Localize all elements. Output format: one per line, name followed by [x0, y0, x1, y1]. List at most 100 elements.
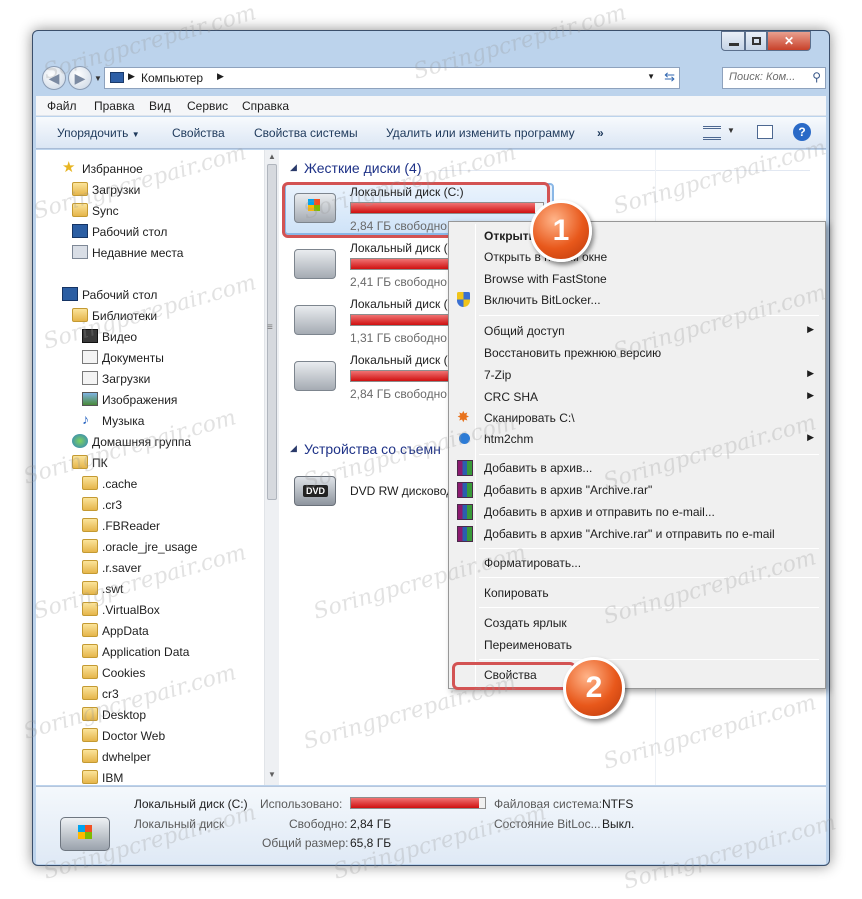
menu-copy[interactable]: Копировать — [452, 583, 822, 604]
view-dropdown-icon[interactable]: ▼ — [727, 126, 735, 135]
close-button[interactable]: ✕ — [767, 31, 811, 51]
menu-rename[interactable]: Переименовать — [452, 635, 822, 656]
menu-help[interactable]: Справка — [242, 99, 289, 113]
folder-icon — [82, 749, 98, 763]
nav-scrollbar[interactable]: ▲ ≡ ▼ — [264, 150, 279, 785]
drive-name: Локальный диск ( — [350, 353, 448, 367]
highlight-ring-properties — [452, 662, 576, 690]
menu-add-rar-label: Добавить в архив "Archive.rar" — [484, 483, 653, 497]
menu-create-shortcut[interactable]: Создать ярлык — [452, 613, 822, 634]
music-icon: ♪ — [82, 411, 89, 427]
hdd-section-divider — [438, 170, 810, 171]
menu-scan[interactable]: ✸ Сканировать C:\ — [452, 408, 822, 429]
folder-icon — [82, 770, 98, 784]
menu-share[interactable]: Общий доступ ▶ — [452, 321, 822, 342]
removable-group-chevron-icon[interactable]: ◢ — [290, 443, 297, 454]
details-usage-bar — [350, 797, 486, 809]
details-total-label: Общий размер: — [262, 836, 349, 850]
documents-icon — [82, 350, 98, 364]
folder-icon — [82, 623, 98, 637]
menu-separator — [479, 548, 819, 549]
menu-htm2chm[interactable]: htm2chm ▶ — [452, 429, 822, 450]
details-drive-type: Локальный диск — [134, 817, 225, 831]
menu-browse-faststone[interactable]: Browse with FastStone — [452, 269, 822, 290]
menu-format[interactable]: Форматировать... — [452, 553, 822, 574]
nav-folder-label: .swt — [102, 582, 124, 596]
properties-button[interactable]: Свойства — [172, 126, 225, 140]
nav-folder-label: Cookies — [102, 666, 146, 680]
nav-folder-label: Desktop — [102, 708, 147, 722]
user-folder-icon — [72, 455, 88, 469]
help-icon[interactable]: ? — [793, 123, 811, 141]
hdd-group-chevron-icon[interactable]: ◢ — [290, 162, 297, 173]
menu-add-to-archive[interactable]: Добавить в архив... — [452, 458, 822, 479]
menu-edit[interactable]: Правка — [94, 99, 135, 113]
step-callout-1: 1 — [530, 200, 592, 262]
folder-icon — [82, 644, 98, 658]
menu-add-to-archive-rar[interactable]: Добавить в архив "Archive.rar" — [452, 480, 822, 501]
menu-file[interactable]: Файл — [47, 99, 77, 113]
address-bar[interactable]: ▶ Компьютер ▶ ▼ ⇆ — [104, 67, 680, 89]
menu-view[interactable]: Вид — [149, 99, 171, 113]
folder-icon — [72, 203, 88, 217]
breadcrumb-computer[interactable]: Компьютер — [141, 71, 203, 85]
preview-pane-icon[interactable] — [757, 125, 773, 139]
folder-icon — [82, 539, 98, 553]
scroll-up-icon[interactable]: ▲ — [268, 152, 276, 161]
nav-folder-label: cr3 — [102, 687, 119, 701]
context-menu: Открыть Открыть в новом окне Browse with… — [448, 221, 826, 689]
details-usage-fill — [351, 798, 480, 808]
address-dropdown-icon[interactable]: ▼ — [647, 72, 655, 81]
drive-name: Локальный диск ( — [350, 297, 448, 311]
menu-bitlocker[interactable]: Включить BitLocker... — [452, 290, 822, 311]
removable-section-title[interactable]: Устройства со съемн — [304, 441, 441, 457]
minimize-button[interactable] — [721, 31, 745, 51]
maximize-button[interactable] — [745, 31, 767, 51]
search-input[interactable]: Поиск: Ком... ⚲ — [722, 67, 826, 89]
details-total-value: 65,8 ГБ — [350, 836, 392, 850]
nav-folder-label: Doctor Web — [102, 729, 166, 743]
uninstall-button[interactable]: Удалить или изменить программу — [386, 126, 575, 140]
folder-icon — [82, 581, 98, 595]
organize-button[interactable]: Упорядочить ▼ — [57, 126, 140, 140]
downloads-library-icon — [82, 371, 98, 385]
details-drive-name: Локальный диск (C:) — [134, 797, 248, 811]
nav-homegroup-label: Домашняя группа — [92, 435, 192, 449]
drive-free-space: 1,31 ГБ свободно — [350, 331, 447, 345]
nav-folder-label: .r.saver — [102, 561, 142, 575]
view-options-icon[interactable] — [703, 126, 721, 140]
menu-open-new-window[interactable]: Открыть в новом окне — [452, 247, 822, 268]
organize-label: Упорядочить — [57, 126, 129, 140]
nav-libraries-label: Библиотеки — [92, 309, 158, 323]
menu-7zip[interactable]: 7-Zip ▶ — [452, 365, 822, 386]
search-icon[interactable]: ⚲ — [812, 70, 821, 84]
folder-icon — [82, 665, 98, 679]
forward-button[interactable]: ▶ — [68, 66, 92, 90]
system-properties-button[interactable]: Свойства системы — [254, 126, 358, 140]
back-button[interactable]: ◀ — [42, 66, 66, 90]
nav-downloads-library-label: Загрузки — [102, 372, 151, 386]
breadcrumb-chevron-icon[interactable]: ▶ — [217, 71, 224, 82]
menu-separator — [479, 607, 819, 608]
search-placeholder: Поиск: Ком... — [729, 71, 796, 83]
menu-open[interactable]: Открыть — [452, 226, 822, 247]
recent-pages-dropdown[interactable]: ▼ — [94, 74, 102, 83]
hdd-section-title[interactable]: Жесткие диски (4) — [304, 160, 422, 176]
menu-share-label: Общий доступ — [484, 324, 565, 338]
nav-folder-label: .oracle_jre_usage — [102, 540, 198, 554]
menu-add-and-email[interactable]: Добавить в архив и отправить по e-mail..… — [452, 502, 822, 523]
menu-tools[interactable]: Сервис — [187, 99, 228, 113]
step-callout-2: 2 — [563, 657, 625, 719]
scroll-down-icon[interactable]: ▼ — [268, 770, 276, 779]
more-commands-button[interactable]: » — [597, 126, 604, 140]
refresh-icon[interactable]: ⇆ — [664, 69, 675, 85]
nav-folder-label: .cr3 — [102, 498, 123, 512]
homegroup-icon — [72, 434, 88, 448]
menu-restore-version[interactable]: Восстановить прежнюю версию — [452, 343, 822, 364]
menu-crc-sha[interactable]: CRC SHA ▶ — [452, 387, 822, 408]
nav-downloads-label: Загрузки — [92, 183, 141, 197]
menu-add-rar-and-email[interactable]: Добавить в архив "Archive.rar" и отправи… — [452, 524, 822, 545]
menu-bar: Файл Правка Вид Сервис Справка — [36, 96, 826, 116]
address-row: ◀ ▶ ▼ ▶ Компьютер ▶ ▼ ⇆ Поиск: Ком... ⚲ — [38, 64, 828, 92]
back-arrow-icon: ◀ — [48, 70, 60, 86]
